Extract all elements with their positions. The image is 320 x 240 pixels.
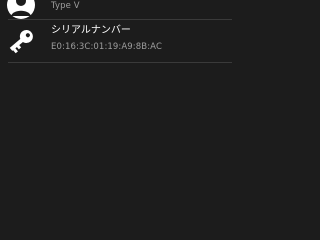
divider [8,62,232,63]
list-item-text: Type V [51,1,232,12]
person-icon [6,0,36,20]
list-item-text: シリアルナンバー E0:16:3C:01:19:A9:8B:AC [51,25,232,53]
serial-number-label: シリアルナンバー [51,25,131,36]
device-type-value: Type V [51,1,80,11]
serial-number-value: E0:16:3C:01:19:A9:8B:AC [51,42,162,52]
list-item-serial-number[interactable]: シリアルナンバー E0:16:3C:01:19:A9:8B:AC [0,19,240,65]
key-icon [6,26,36,56]
